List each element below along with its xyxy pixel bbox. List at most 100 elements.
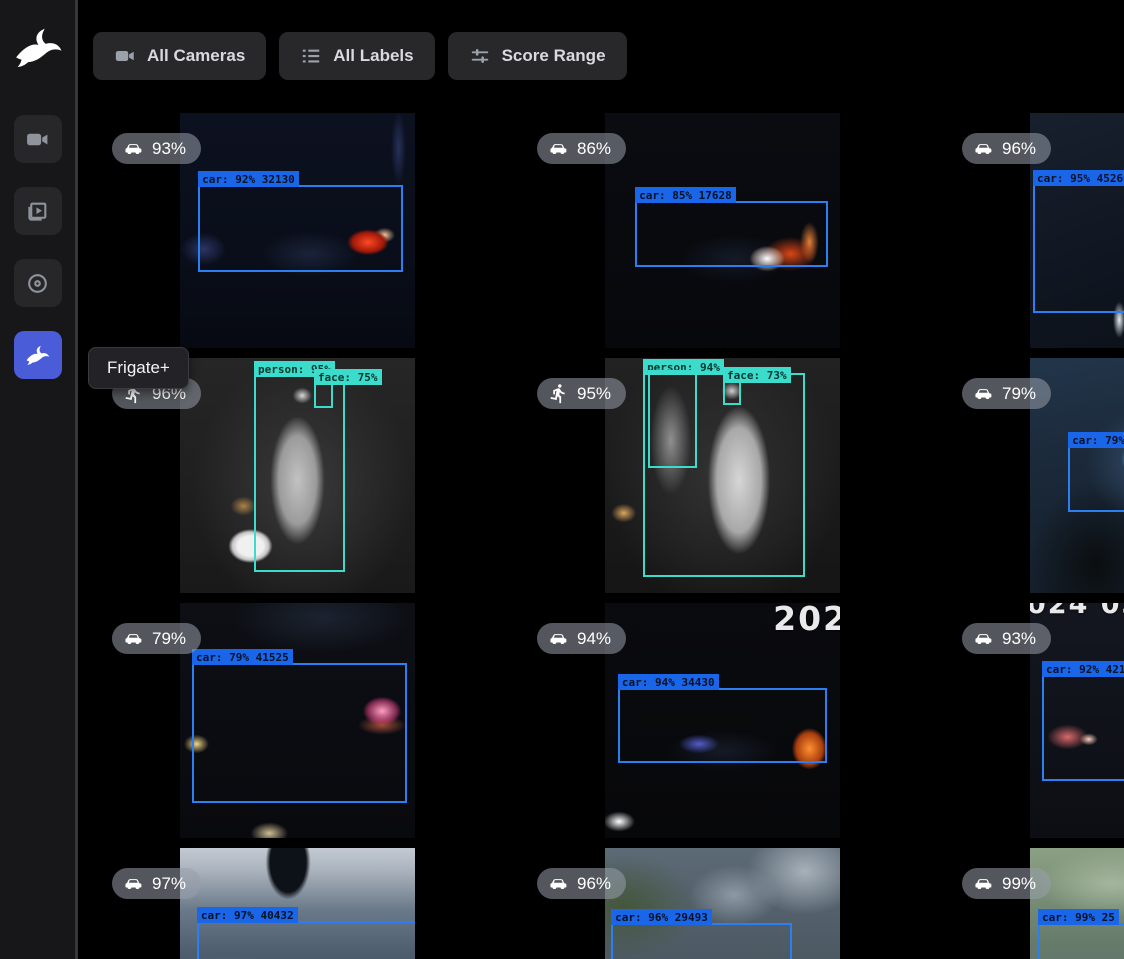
detection-thumbnail[interactable]: 86% car: 85% 17628 — [510, 113, 935, 358]
frigate-plus-tooltip: Frigate+ — [88, 347, 189, 389]
detection-label: face: 73% — [723, 367, 791, 383]
score-badge: 96% — [537, 868, 626, 899]
detections-grid: 93%car: 92% 3213086%car: 85% 1762896%car… — [85, 113, 1124, 959]
snapshot-image: car: 85% 17628 — [605, 113, 840, 348]
detection-thumbnail[interactable]: 97% car: 97% 40432 — [85, 848, 510, 959]
detection-thumbnail[interactable]: 93% car: 92% 32130 — [85, 113, 510, 358]
detection-box: car: 92% 32130 — [198, 185, 402, 272]
detection-box: face: 75% — [314, 383, 333, 408]
snapshot-image: car: 94% 34430 202 — [605, 603, 840, 838]
filter-button-labels[interactable]: All Labels — [279, 32, 434, 80]
car-icon — [123, 138, 144, 159]
detection-thumbnail[interactable]: 79% car: 79% 41525 — [85, 603, 510, 848]
score-badge: 97% — [112, 868, 201, 899]
camera-timestamp-overlay: 024 03 0 — [1030, 603, 1124, 620]
score-badge: 86% — [537, 133, 626, 164]
detection-label: face: 75% — [314, 369, 382, 385]
detection-label: car: 94% 34430 — [618, 674, 719, 690]
detection-box: car: 99% 25 — [1038, 923, 1124, 959]
sidebar — [0, 0, 78, 959]
detection-thumbnail[interactable]: 99%car: 99% 25 — [935, 848, 1124, 959]
detection-thumbnail[interactable]: 93% car: 92% 4218 024 03 0 — [935, 603, 1124, 848]
detection-box: car: 85% 17628 — [635, 201, 828, 267]
car-icon — [973, 628, 994, 649]
score-badge: 79% — [112, 623, 201, 654]
detection-label: car: 85% 17628 — [635, 187, 736, 203]
sidebar-item-explore[interactable] — [14, 259, 62, 307]
detection-box: face: 73% — [723, 381, 741, 405]
badge-score: 93% — [1002, 629, 1036, 649]
detection-label: car: 96% 29493 — [611, 909, 712, 925]
detection-thumbnail[interactable]: 94% car: 94% 34430 202 — [510, 603, 935, 848]
detection-thumbnail[interactable]: 79% car: 79% — [935, 358, 1124, 603]
detection-box: car: 95% 45260 — [1033, 184, 1124, 313]
person-icon — [548, 383, 569, 404]
score-badge: 94% — [537, 623, 626, 654]
badge-score: 93% — [152, 139, 186, 159]
score-badge: 79% — [962, 378, 1051, 409]
badge-score: 95% — [577, 384, 611, 404]
snapshot-image: person: 94%face: 73% — [605, 358, 840, 593]
score-badge: 93% — [112, 133, 201, 164]
car-icon — [548, 138, 569, 159]
car-icon — [123, 873, 144, 894]
score-badge: 99% — [962, 868, 1051, 899]
filter-button-cameras[interactable]: All Cameras — [93, 32, 266, 80]
detection-thumbnail[interactable]: 96%person: 95%face: 75% — [85, 358, 510, 603]
car-icon — [123, 628, 144, 649]
badge-score: 79% — [152, 629, 186, 649]
detection-box: car: 94% 34430 — [618, 688, 827, 763]
detection-label: car: 92% 4218 — [1042, 661, 1124, 677]
detection-label: car: 79% 41525 — [192, 649, 293, 665]
detection-thumbnail[interactable]: 95%person: 94%face: 73% — [510, 358, 935, 603]
badge-score: 99% — [1002, 874, 1036, 894]
detection-label: car: 79% — [1068, 432, 1124, 448]
detection-box: car: 96% 29493 — [611, 923, 792, 959]
detection-box: car: 92% 4218 — [1042, 675, 1124, 781]
review-icon — [25, 199, 50, 224]
detection-thumbnail[interactable]: 96% car: 95% 45260 — [935, 113, 1124, 358]
detection-label: car: 99% 25 — [1038, 909, 1119, 925]
explore-icon — [25, 271, 50, 296]
badge-score: 94% — [577, 629, 611, 649]
car-icon — [548, 628, 569, 649]
snapshot-image: car: 92% 32130 — [180, 113, 415, 348]
detection-box: car: 79% — [1068, 446, 1124, 512]
sidebar-item-frigate-plus[interactable] — [14, 331, 62, 379]
car-icon — [548, 873, 569, 894]
detection-box: car: 97% 40432 — [197, 921, 415, 959]
sidebar-nav — [14, 115, 62, 379]
sliders-icon — [469, 45, 491, 67]
car-icon — [973, 873, 994, 894]
filter-button-score[interactable]: Score Range — [448, 32, 627, 80]
badge-score: 97% — [152, 874, 186, 894]
frigate-app: All Cameras All Labels Score Range 93% car:… — [0, 0, 1124, 959]
badge-score: 96% — [1002, 139, 1036, 159]
badge-score: 86% — [577, 139, 611, 159]
detection-label: car: 95% 45260 — [1033, 170, 1124, 186]
badge-score: 96% — [577, 874, 611, 894]
camera-icon — [114, 45, 136, 67]
bird-icon — [25, 343, 50, 368]
filter-toolbar: All Cameras All Labels Score Range — [93, 32, 627, 80]
sidebar-item-review[interactable] — [14, 187, 62, 235]
car-icon — [973, 138, 994, 159]
filter-button-label: All Labels — [333, 46, 413, 66]
score-badge: 93% — [962, 623, 1051, 654]
filter-button-label: Score Range — [502, 46, 606, 66]
snapshot-image: car: 79% 41525 — [180, 603, 415, 838]
detection-label: car: 97% 40432 — [197, 907, 298, 923]
camera-timestamp-overlay: 202 — [773, 603, 840, 638]
sidebar-item-live[interactable] — [14, 115, 62, 163]
filter-button-label: All Cameras — [147, 46, 245, 66]
score-badge: 96% — [962, 133, 1051, 164]
camera-icon — [25, 127, 50, 152]
frigate-logo-icon — [12, 22, 64, 74]
detection-box — [648, 370, 697, 468]
snapshot-image: car: 99% 25 — [1030, 848, 1124, 959]
car-icon — [973, 383, 994, 404]
snapshot-image: car: 96% 29493 — [605, 848, 840, 959]
list-icon — [300, 45, 322, 67]
snapshot-image: car: 97% 40432 — [180, 848, 415, 959]
detection-thumbnail[interactable]: 96%car: 96% 29493 — [510, 848, 935, 959]
